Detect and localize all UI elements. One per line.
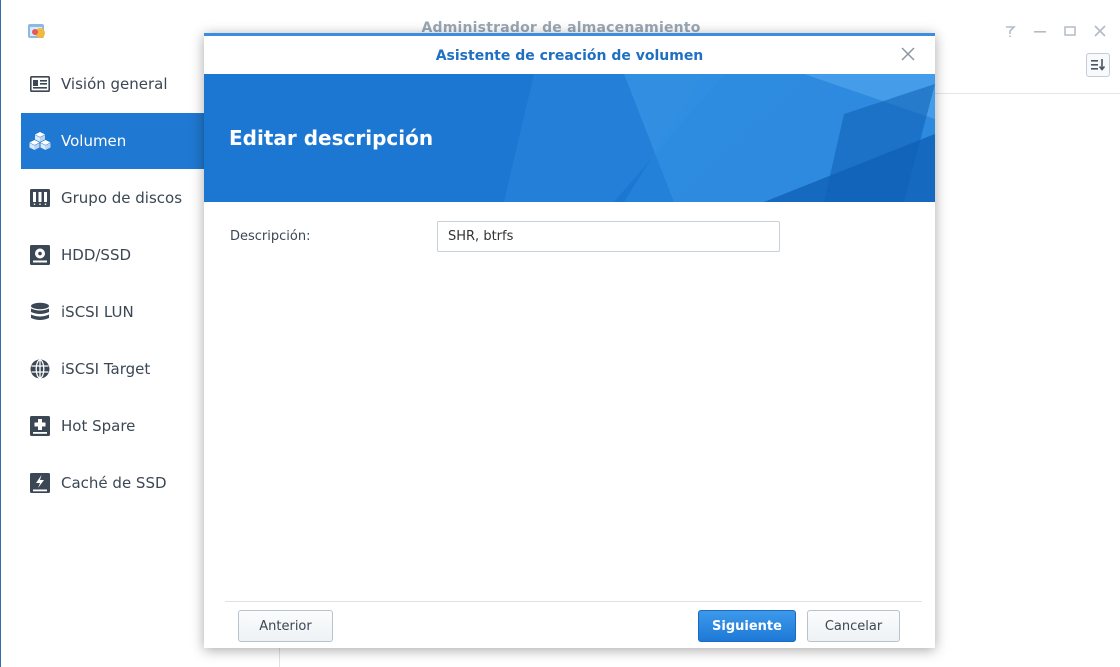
sidebar-item-ssd-cache[interactable]: Caché de SSD [21, 455, 211, 511]
dialog-title: Asistente de creación de volumen [435, 48, 704, 64]
sidebar-item-overview[interactable]: Visión general [21, 56, 211, 112]
maximize-icon[interactable] [1063, 24, 1077, 38]
description-input[interactable] [437, 221, 780, 252]
sidebar-item-label: Visión general [61, 75, 168, 93]
cancel-button[interactable]: Cancelar [807, 610, 900, 642]
sidebar-item-label: iSCSI Target [61, 360, 151, 378]
sidebar-item-volume[interactable]: Volumen [21, 113, 211, 169]
dialog-close-button[interactable] [899, 45, 917, 63]
footer-divider [225, 601, 922, 602]
sidebar-item-iscsi-target[interactable]: iSCSI Target [21, 341, 211, 397]
previous-button[interactable]: Anterior [238, 610, 333, 642]
sidebar-item-label: HDD/SSD [61, 246, 132, 264]
description-label: Descripción: [230, 229, 311, 244]
sidebar-item-label: Grupo de discos [61, 189, 183, 207]
minimize-icon[interactable] [1033, 24, 1047, 38]
hdd-icon [29, 244, 51, 266]
sidebar-item-label: Hot Spare [61, 417, 136, 435]
step-heading: Editar descripción [229, 126, 434, 150]
sidebar-item-iscsi-lun[interactable]: iSCSI LUN [21, 284, 211, 340]
window-controls [1003, 21, 1107, 41]
database-icon [29, 301, 51, 323]
sidebar-item-hot-spare[interactable]: Hot Spare [21, 398, 211, 454]
next-button[interactable]: Siguiente [698, 610, 796, 642]
volume-wizard-dialog: Asistente de creación de volumen Editar … [204, 33, 935, 648]
close-icon[interactable] [1093, 24, 1107, 38]
overview-icon [29, 73, 51, 95]
sidebar-item-label: Caché de SSD [61, 474, 167, 492]
sidebar-item-label: iSCSI LUN [61, 303, 134, 321]
sort-icon [1091, 59, 1105, 71]
hot-spare-icon [29, 415, 51, 437]
sort-button[interactable] [1086, 53, 1110, 77]
sidebar-item-label: Volumen [61, 132, 127, 150]
sidebar-item-disk-group[interactable]: Grupo de discos [21, 170, 211, 226]
globe-icon [29, 358, 51, 380]
help-icon[interactable] [1003, 24, 1017, 38]
storage-manager-window: Administrador de almacenamiento Visión g… [0, 0, 1120, 667]
close-icon [901, 47, 915, 61]
disk-group-icon [29, 187, 51, 209]
sidebar-item-hdd-ssd[interactable]: HDD/SSD [21, 227, 211, 283]
wizard-banner: Editar descripción [204, 74, 935, 202]
ssd-cache-icon [29, 472, 51, 494]
volume-icon [29, 130, 51, 152]
